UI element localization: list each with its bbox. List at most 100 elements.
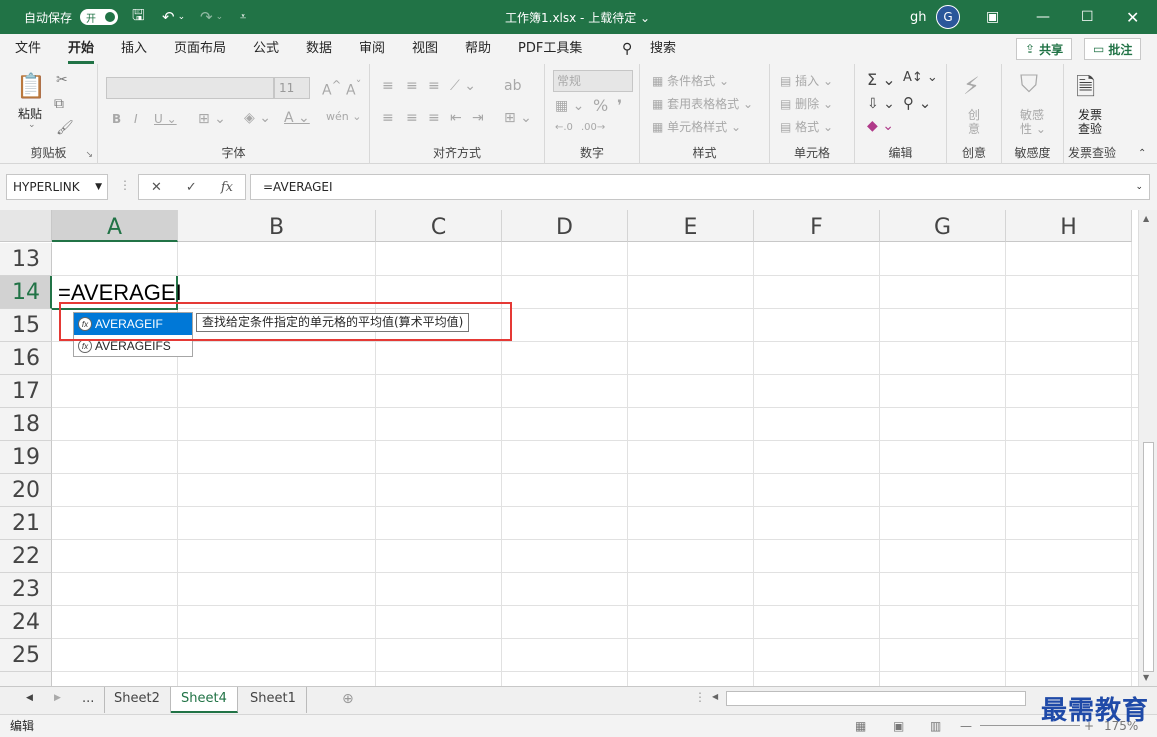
decrease-indent-icon[interactable]: ⇤: [450, 110, 462, 126]
underline-icon[interactable]: U ⌄: [154, 112, 177, 126]
fill-color-icon[interactable]: ◈ ⌄: [244, 110, 271, 126]
fill-icon[interactable]: ⇩ ⌄: [867, 96, 895, 112]
paste-icon[interactable]: 📋: [16, 72, 46, 100]
column-header-h[interactable]: H: [1006, 210, 1132, 242]
border-icon[interactable]: ⊞ ⌄: [198, 111, 226, 127]
tab-home[interactable]: 开始: [68, 34, 95, 64]
format-painter-icon[interactable]: 🖌: [56, 120, 74, 136]
tab-formulas[interactable]: 公式: [253, 34, 279, 64]
row-header-16[interactable]: 16: [0, 342, 52, 375]
column-header-b[interactable]: B: [178, 210, 376, 242]
page-layout-view-icon[interactable]: ▣: [893, 715, 904, 737]
redo-icon[interactable]: ↷ ⌄: [200, 0, 223, 34]
column-header-g[interactable]: G: [880, 210, 1006, 242]
zoom-out-icon[interactable]: —: [960, 715, 972, 737]
prev-sheet-icon[interactable]: ◀: [26, 693, 33, 703]
minimize-icon[interactable]: —: [1036, 0, 1050, 34]
increase-font-icon[interactable]: A^: [322, 78, 341, 99]
scroll-left-icon[interactable]: ◀: [712, 692, 722, 706]
window-title[interactable]: 工作簿1.xlsx - 上载待定 ⌄: [505, 0, 650, 34]
undo-icon[interactable]: ↶ ⌄: [162, 0, 185, 34]
row-header-18[interactable]: 18: [0, 408, 52, 441]
currency-icon[interactable]: ▦ ⌄: [555, 98, 584, 114]
wrap-text-icon[interactable]: ab: [504, 78, 521, 94]
sheet-tab-sheet1[interactable]: Sheet1: [240, 687, 307, 713]
row-header-26[interactable]: [0, 672, 52, 686]
collapse-ribbon-icon[interactable]: ⌃: [1138, 148, 1146, 159]
column-header-f[interactable]: F: [754, 210, 880, 242]
sort-filter-icon[interactable]: A↕ ⌄: [903, 70, 938, 85]
tab-pdf-tools[interactable]: PDF工具集: [518, 34, 582, 64]
expand-formula-icon[interactable]: ⌄: [1135, 175, 1143, 199]
autosum-icon[interactable]: Σ ⌄: [867, 70, 896, 89]
orientation-icon[interactable]: ⟋ ⌄: [450, 78, 476, 94]
tab-file[interactable]: 文件: [15, 34, 41, 64]
name-box[interactable]: HYPERLINK ▼: [6, 174, 108, 200]
align-left-icon[interactable]: ≡: [382, 110, 394, 126]
row-header-14[interactable]: 14: [0, 276, 52, 309]
decrease-decimal-icon[interactable]: .00→: [581, 122, 605, 133]
name-box-dropdown-icon[interactable]: ▼: [95, 175, 102, 199]
next-sheet-icon[interactable]: ▶: [54, 693, 61, 703]
lightning-icon[interactable]: ⚡: [963, 72, 980, 100]
row-header-23[interactable]: 23: [0, 573, 52, 606]
row-header-15[interactable]: 15: [0, 309, 52, 342]
percent-icon[interactable]: %: [593, 96, 608, 115]
worksheet-grid[interactable]: A B C D E F G H 13 14 15 16 17 18 19 20 …: [0, 210, 1138, 686]
tab-help[interactable]: 帮助: [465, 34, 491, 64]
row-header-25[interactable]: 25: [0, 639, 52, 672]
enter-icon[interactable]: ✓: [186, 180, 197, 195]
decrease-font-icon[interactable]: Aˇ: [346, 78, 361, 99]
insert-function-icon[interactable]: fx: [221, 180, 233, 195]
cancel-icon[interactable]: ✕: [151, 180, 162, 195]
select-all-button[interactable]: [0, 210, 52, 242]
increase-indent-icon[interactable]: ⇥: [472, 110, 484, 126]
italic-icon[interactable]: I: [134, 112, 138, 126]
row-header-24[interactable]: 24: [0, 606, 52, 639]
page-break-view-icon[interactable]: ▥: [930, 715, 941, 737]
merge-center-icon[interactable]: ⊞ ⌄: [504, 110, 532, 126]
tab-view[interactable]: 视图: [412, 34, 438, 64]
column-header-a[interactable]: A: [52, 210, 178, 242]
align-right-icon[interactable]: ≡: [428, 110, 440, 126]
number-format-select[interactable]: 常规: [553, 70, 633, 92]
increase-decimal-icon[interactable]: ←.0: [555, 122, 573, 133]
vertical-scrollbar[interactable]: ▲ ▼: [1138, 210, 1157, 686]
find-select-icon[interactable]: ⚲ ⌄: [903, 94, 931, 112]
ribbon-display-icon[interactable]: ▣: [986, 0, 999, 34]
maximize-icon[interactable]: ☐: [1081, 0, 1094, 34]
tab-split-icon[interactable]: ⋮: [694, 690, 706, 704]
cell-styles-button[interactable]: ▦ 单元格样式 ⌄: [652, 118, 741, 135]
cut-icon[interactable]: ✂: [56, 72, 68, 88]
avatar[interactable]: G: [936, 5, 960, 29]
sensitivity-button-line2[interactable]: 性 ⌄: [1020, 120, 1046, 137]
tab-review[interactable]: 审阅: [359, 34, 385, 64]
scroll-up-icon[interactable]: ▲: [1143, 214, 1149, 223]
close-icon[interactable]: ✕: [1126, 0, 1139, 34]
align-bottom-icon[interactable]: ≡: [428, 78, 440, 94]
comma-icon[interactable]: ❜: [617, 96, 622, 115]
sensitivity-icon[interactable]: ⛉: [1020, 70, 1038, 98]
format-as-table-button[interactable]: ▦ 套用表格格式 ⌄: [652, 95, 753, 112]
copy-icon[interactable]: ⧉: [54, 96, 64, 112]
tab-page-layout[interactable]: 页面布局: [174, 34, 226, 64]
invoice-button-line2[interactable]: 查验: [1078, 120, 1102, 137]
scroll-down-icon[interactable]: ▼: [1143, 673, 1149, 682]
paste-dropdown-icon[interactable]: ⌄: [28, 120, 36, 130]
column-header-d[interactable]: D: [502, 210, 628, 242]
row-header-17[interactable]: 17: [0, 375, 52, 408]
font-name-select[interactable]: [106, 77, 274, 99]
comment-button[interactable]: ▭ 批注: [1084, 38, 1142, 60]
align-center-icon[interactable]: ≡: [406, 110, 418, 126]
font-color-icon[interactable]: A ⌄: [284, 110, 310, 126]
row-header-19[interactable]: 19: [0, 441, 52, 474]
align-middle-icon[interactable]: ≡: [406, 78, 418, 94]
column-header-c[interactable]: C: [376, 210, 502, 242]
tab-insert[interactable]: 插入: [121, 34, 147, 64]
format-cells-button[interactable]: ▤ 格式 ⌄: [780, 118, 833, 135]
row-header-13[interactable]: 13: [0, 243, 52, 276]
sheet-overflow-button[interactable]: ...: [72, 687, 106, 713]
search-box[interactable]: 搜索: [650, 34, 676, 64]
autosave-toggle[interactable]: 开: [80, 9, 118, 25]
bold-icon[interactable]: B: [112, 112, 121, 126]
